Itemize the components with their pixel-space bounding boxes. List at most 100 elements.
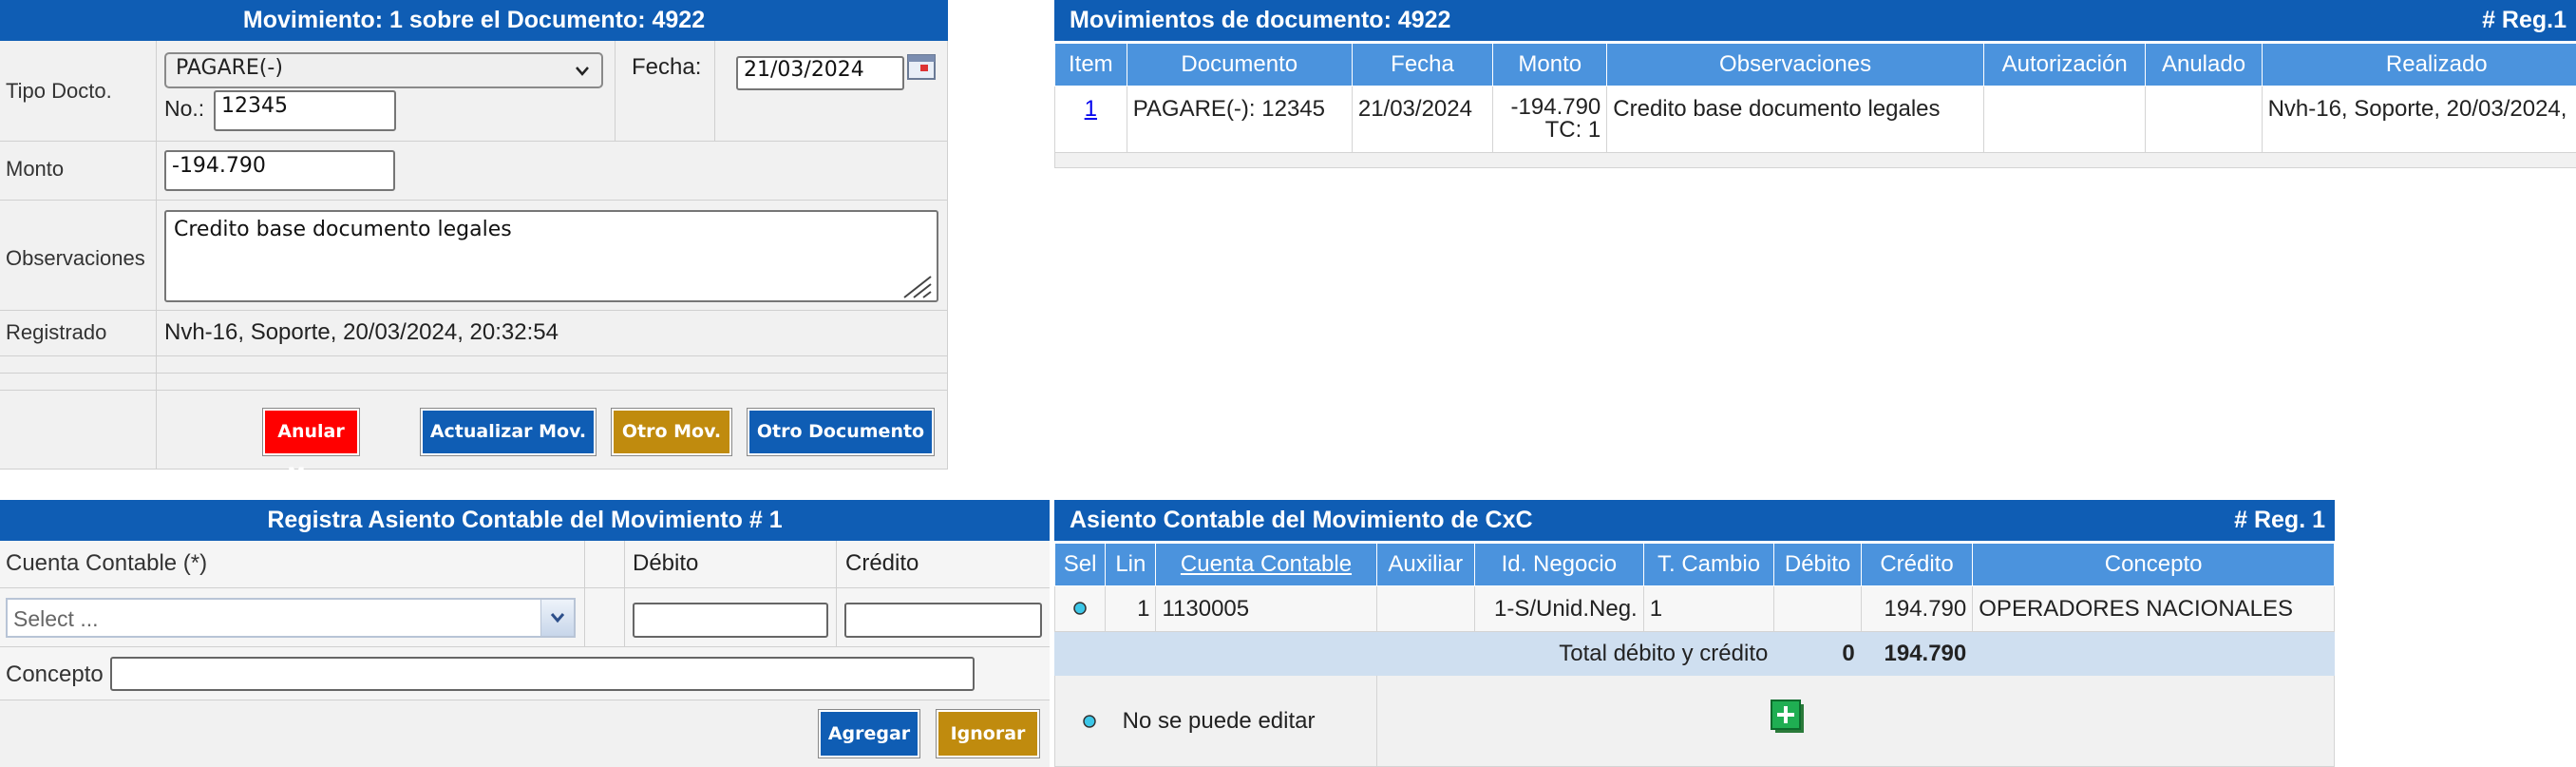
- select-arrow[interactable]: [540, 600, 574, 636]
- calendar-icon[interactable]: [907, 53, 936, 80]
- cuenta-select[interactable]: Select ...: [6, 598, 576, 638]
- col-credito[interactable]: Crédito: [1860, 543, 1974, 586]
- chevron-down-icon: [550, 613, 565, 623]
- monto-value: -194.790: [1510, 94, 1601, 120]
- registrado-value: Nvh-16, Soporte, 20/03/2024, 20:32:54: [164, 319, 559, 345]
- table-footer-row: [1054, 152, 2576, 168]
- cell-auxiliar: [1375, 585, 1475, 632]
- cuenta-select-placeholder: Select ...: [13, 606, 99, 631]
- anular-mov-button[interactable]: Anular Mov.: [263, 409, 359, 485]
- monto-row: Monto -194.790: [0, 142, 947, 201]
- table-header-row: Item Documento Fecha Monto Observaciones…: [1054, 43, 2576, 86]
- asiento-table: Sel Lin Cuenta Contable Auxiliar Id. Neg…: [1053, 543, 2335, 767]
- monto-input[interactable]: -194.790: [164, 150, 395, 191]
- movement-form-body: Tipo Docto. PAGARE(-) No.: 12345 Fecha: …: [0, 41, 948, 485]
- registrado-label: Registrado: [6, 320, 107, 344]
- concepto-label: Concepto: [6, 662, 104, 687]
- item-link-text[interactable]: 1: [1085, 96, 1097, 122]
- movement-form-panel: Movimiento: 1 sobre el Documento: 4922 T…: [0, 0, 948, 485]
- no-label: No.:: [164, 96, 205, 121]
- col-divider: [584, 541, 585, 647]
- col-anulado[interactable]: Anulado: [2145, 43, 2263, 86]
- col-concepto[interactable]: Concepto: [1972, 543, 2335, 586]
- otro-mov-button[interactable]: Otro Mov.: [612, 409, 731, 455]
- cuenta-contable-label: Cuenta Contable (*): [6, 550, 208, 576]
- col-divider: [624, 541, 625, 647]
- col-debito[interactable]: Débito: [1773, 543, 1862, 586]
- totals-row: Total débito y crédito 0 194.790: [1053, 631, 2335, 676]
- asiento-table-header: Asiento Contable del Movimiento de CxC #…: [1054, 500, 2335, 541]
- observaciones-textarea[interactable]: Credito base documento legales: [164, 210, 938, 302]
- circle-bullet-icon[interactable]: [1072, 601, 1088, 616]
- asiento-table-panel: Asiento Contable del Movimiento de CxC #…: [1053, 500, 2335, 767]
- registrado-row: Registrado Nvh-16, Soporte, 20/03/2024, …: [0, 311, 947, 356]
- table-header-row: Sel Lin Cuenta Contable Auxiliar Id. Neg…: [1053, 543, 2335, 586]
- debito-input[interactable]: [633, 603, 828, 638]
- tipo-select[interactable]: PAGARE(-): [164, 52, 603, 88]
- col-lin[interactable]: Lin: [1105, 543, 1157, 586]
- col-sel[interactable]: Sel: [1053, 543, 1107, 586]
- totals-empty: [1972, 631, 2335, 676]
- resize-grip-icon[interactable]: [897, 273, 933, 299]
- asiento-reg-count: # Reg. 1: [2234, 507, 2325, 533]
- cell-anulado: [2145, 86, 2263, 153]
- item-link[interactable]: 1: [1054, 86, 1127, 153]
- cell-negocio: 1-S/Unid.Neg.: [1473, 585, 1644, 632]
- tipo-select-value: PAGARE(-): [176, 56, 283, 80]
- tc-value: TC: 1: [1544, 117, 1601, 143]
- concepto-input[interactable]: [110, 657, 975, 691]
- fecha-input[interactable]: 21/03/2024: [736, 56, 904, 90]
- col-t-cambio[interactable]: T. Cambio: [1642, 543, 1775, 586]
- fecha-label: Fecha:: [632, 54, 702, 80]
- movements-table-panel: Movimientos de documento: 4922 # Reg.1 I…: [1054, 0, 2576, 171]
- legend-cell: No se puede editar: [1054, 675, 1377, 767]
- tipo-row: Tipo Docto. PAGARE(-) No.: 12345 Fecha: …: [0, 41, 947, 142]
- fecha-divider-right: [714, 41, 715, 141]
- col-cuenta-contable[interactable]: Cuenta Contable: [1155, 543, 1377, 586]
- col-monto[interactable]: Monto: [1492, 43, 1608, 86]
- col-autorizacion[interactable]: Autorización: [1982, 43, 2147, 86]
- asiento-labels-row: Cuenta Contable (*) Débito Crédito: [0, 541, 1050, 588]
- col-realizado[interactable]: Realizado: [2261, 43, 2576, 86]
- credito-input[interactable]: [844, 603, 1042, 638]
- table-footer: [1054, 152, 2576, 168]
- movements-table-title: Movimientos de documento: 4922: [1070, 7, 1451, 33]
- monto-label: Monto: [6, 157, 65, 181]
- col-auxiliar[interactable]: Auxiliar: [1375, 543, 1475, 586]
- cell-debito: [1773, 585, 1862, 632]
- col-documento[interactable]: Documento: [1126, 43, 1353, 86]
- add-cell: [1375, 675, 2335, 767]
- cell-monto: -194.790 TC: 1: [1492, 86, 1608, 153]
- chevron-down-icon: [576, 67, 589, 76]
- debito-label: Débito: [633, 550, 699, 576]
- cell-sel[interactable]: [1053, 585, 1107, 632]
- cell-realizado: Nvh-16, Soporte, 20/03/2024,: [2261, 86, 2576, 153]
- credito-label: Crédito: [845, 550, 919, 576]
- totals-debito: 0: [1773, 631, 1862, 676]
- observaciones-label: Observaciones: [6, 246, 145, 270]
- col-divider: [836, 541, 837, 647]
- cell-credito: 194.790: [1860, 585, 1974, 632]
- actualizar-mov-button[interactable]: Actualizar Mov.: [421, 409, 596, 455]
- table-row: 1 PAGARE(-): 12345 21/03/2024 -194.790 T…: [1054, 86, 2576, 153]
- col-fecha[interactable]: Fecha: [1351, 43, 1494, 86]
- ignorar-button[interactable]: Ignorar: [937, 710, 1039, 757]
- col-id-negocio[interactable]: Id. Negocio: [1473, 543, 1644, 586]
- asiento-form-body: Cuenta Contable (*) Débito Crédito Selec…: [0, 541, 1050, 767]
- plus-icon[interactable]: [1770, 699, 1808, 737]
- totals-label: Total débito y crédito: [1053, 631, 1775, 676]
- cell-lin: 1: [1105, 585, 1157, 632]
- legend-row: No se puede editar: [1054, 675, 2335, 767]
- legend-text: No se puede editar: [1122, 707, 1316, 734]
- cell-autorizacion: [1982, 86, 2147, 153]
- spacer-row: [0, 374, 947, 391]
- col-observaciones[interactable]: Observaciones: [1606, 43, 1984, 86]
- no-input[interactable]: 12345: [214, 90, 396, 131]
- col-item[interactable]: Item: [1054, 43, 1127, 86]
- col-cuenta-contable-link[interactable]: Cuenta Contable: [1181, 551, 1352, 577]
- observaciones-row: Observaciones Credito base documento leg…: [0, 201, 947, 311]
- concepto-row: Concepto: [0, 647, 1050, 700]
- agregar-button[interactable]: Agregar: [819, 710, 919, 757]
- otro-documento-button[interactable]: Otro Documento: [748, 409, 934, 455]
- cell-cuenta: 1130005: [1155, 585, 1377, 632]
